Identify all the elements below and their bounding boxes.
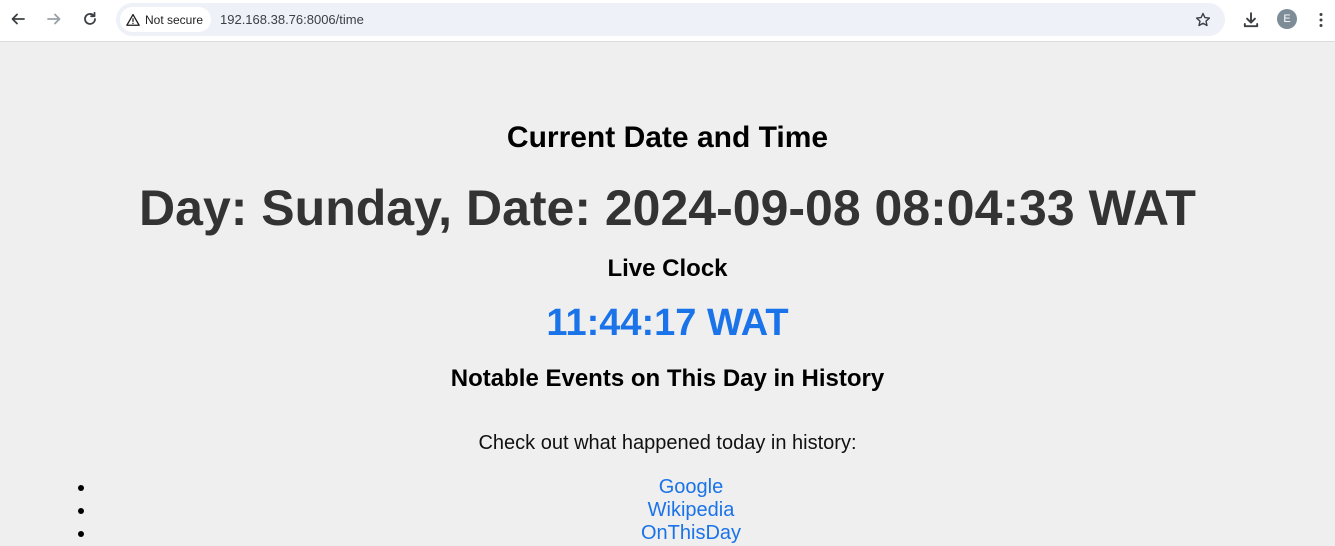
bullet-icon [78, 485, 84, 491]
events-heading: Notable Events on This Day in History [450, 365, 885, 392]
more-vertical-icon [1319, 13, 1323, 27]
forward-button[interactable] [42, 7, 66, 31]
reload-icon [84, 11, 96, 25]
star-icon [1195, 12, 1211, 27]
browser-menu-button[interactable] [1314, 9, 1328, 31]
list-item: Google [78, 476, 1304, 499]
back-button[interactable] [6, 7, 30, 31]
page-content: Current Date and Time Day: Sunday, Date:… [0, 43, 1335, 546]
arrow-left-icon [11, 13, 25, 25]
events-intro: Check out what happened today in history… [478, 432, 857, 454]
bullet-icon [78, 531, 84, 537]
page-title: Current Date and Time [506, 121, 829, 154]
arrow-right-icon [47, 13, 61, 25]
live-clock-heading: Live Clock [607, 255, 728, 282]
download-icon [1243, 12, 1259, 28]
list-item: Wikipedia [78, 499, 1304, 522]
onthisday-link[interactable]: OnThisDay [641, 522, 741, 544]
reload-button[interactable] [78, 7, 102, 31]
bullet-icon [78, 508, 84, 514]
bookmark-button[interactable] [1193, 10, 1213, 30]
wikipedia-link[interactable]: Wikipedia [648, 499, 735, 521]
current-datetime: Day: Sunday, Date: 2024-09-08 08:04:33 W… [139, 180, 1196, 236]
downloads-button[interactable] [1240, 9, 1262, 31]
url-text[interactable]: 192.168.38.76:8006/time [220, 12, 364, 27]
browser-toolbar: Not secure 192.168.38.76:8006/time E [0, 0, 1335, 42]
address-bar[interactable]: Not secure 192.168.38.76:8006/time [116, 3, 1225, 36]
security-label: Not secure [145, 12, 204, 27]
profile-avatar[interactable]: E [1277, 9, 1297, 29]
google-link[interactable]: Google [659, 476, 724, 498]
live-clock-value: 11:44:17 WAT [546, 302, 789, 344]
warning-icon [126, 13, 140, 26]
security-indicator[interactable]: Not secure [120, 7, 212, 32]
list-item: OnThisDay [78, 522, 1304, 545]
history-links-list: Google Wikipedia OnThisDay [78, 476, 1304, 545]
